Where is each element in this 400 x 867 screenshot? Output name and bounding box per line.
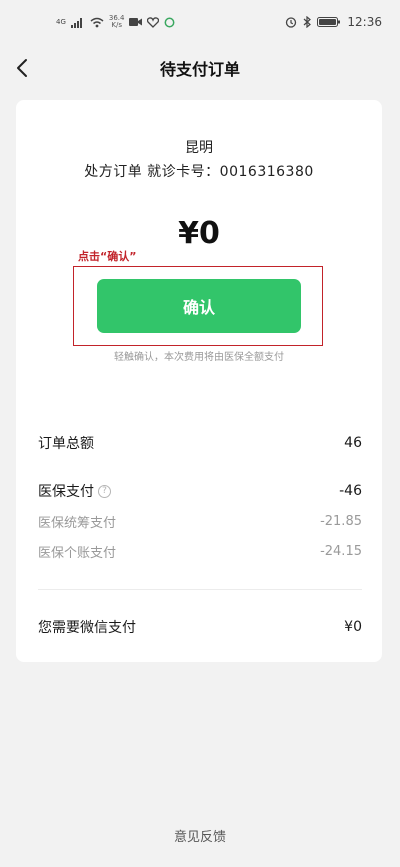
confirm-button[interactable]: 确认 [97, 279, 301, 333]
wifi-icon [90, 17, 104, 27]
signal-icon [70, 17, 82, 28]
order-info: 处方订单 就诊卡号：0016316380 [84, 164, 314, 180]
personal-account-label: 医保个账支付 [38, 545, 117, 561]
personal-account-row: 医保个账支付 -24.15 [38, 541, 362, 561]
pool-payment-row: 医保统筹支付 -21.85 [38, 511, 362, 531]
insurance-label-wrap: 医保支付 ? [38, 481, 111, 501]
status-left: 4G 36.4 K/s [56, 12, 175, 32]
order-total-value: 46 [344, 435, 362, 451]
network-label: 4G [56, 18, 66, 26]
battery-icon [317, 17, 341, 27]
confirm-button-label: 确认 [182, 298, 215, 317]
insurance-label: 医保支付 [38, 484, 94, 500]
payment-amount: ¥0 [178, 216, 220, 251]
nav-bar: 待支付订单 [0, 46, 400, 90]
insurance-value: -46 [339, 483, 362, 499]
order-total-label: 订单总额 [38, 436, 94, 452]
clock: 12:36 [347, 15, 382, 29]
pool-payment-label: 医保统筹支付 [38, 515, 117, 531]
payment-hint: 轻触确认，本次费用将由医保全额支付 [114, 352, 284, 363]
pool-payment-value: -21.85 [320, 513, 362, 529]
annotation-label: 点击“确认” [78, 250, 137, 263]
status-bar: 4G 36.4 K/s 12:36 [0, 0, 400, 44]
order-total-row: 订单总额 46 [38, 433, 362, 453]
city-name: 昆明 [185, 140, 213, 156]
network-speed: 36.4 K/s [109, 15, 125, 29]
heart-icon [147, 16, 160, 28]
order-card: 昆明 处方订单 就诊卡号：0016316380 ¥0 点击“确认” 确认 轻触确… [16, 100, 382, 662]
speed-unit: K/s [111, 21, 122, 29]
wechat-pay-row: 您需要微信支付 ¥0 [38, 617, 362, 637]
bluetooth-icon [304, 16, 312, 28]
page-title: 待支付订单 [159, 60, 240, 79]
wechat-pay-value: ¥0 [344, 619, 362, 635]
help-icon[interactable]: ? [98, 484, 111, 498]
feedback-link[interactable]: 意见反馈 [0, 826, 400, 845]
insurance-row: 医保支付 ? -46 [38, 481, 362, 501]
personal-account-value: -24.15 [320, 543, 362, 559]
divider [38, 589, 362, 590]
wechat-pay-label: 您需要微信支付 [38, 620, 136, 636]
alarm-icon [286, 17, 297, 28]
video-icon [129, 18, 143, 26]
app-notification-icon [165, 17, 175, 27]
status-right: 12:36 [285, 12, 382, 32]
